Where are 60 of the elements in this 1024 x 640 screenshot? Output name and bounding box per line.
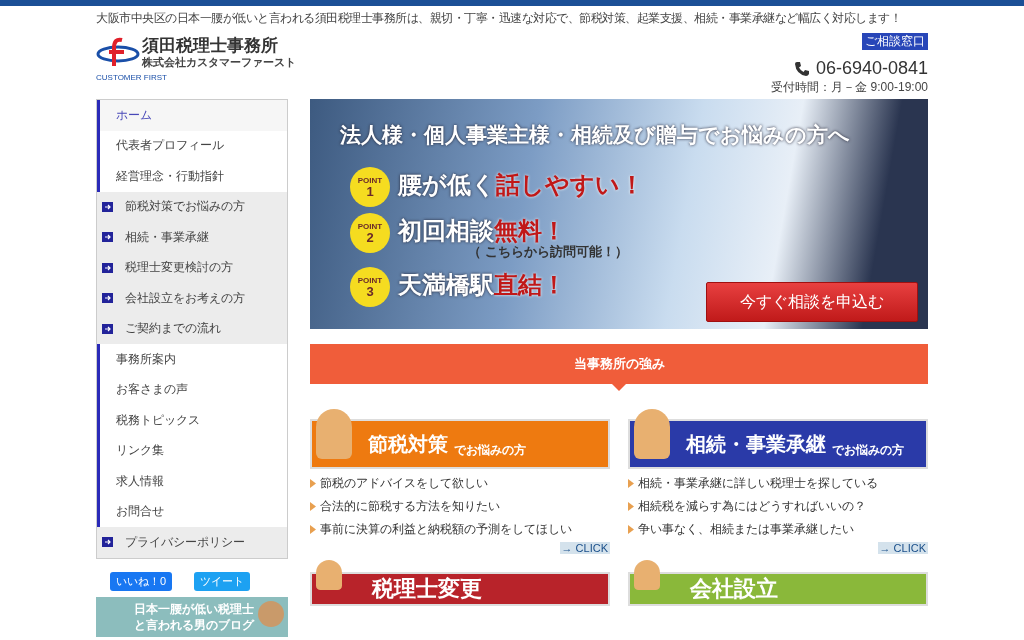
contact-badge: ご相談窓口 <box>862 33 928 50</box>
sidebar-item[interactable]: 税理士変更検討の方 <box>97 252 287 283</box>
sidebar-item[interactable]: 会社設立をお考えの方 <box>97 283 287 314</box>
bullet-text: 事前に決算の利益と納税額の予測をしてほしい <box>320 521 572 538</box>
phone-icon <box>793 60 810 77</box>
point-badge: POINT 3 <box>350 267 390 307</box>
bullet-text: 合法的に節税する方法を知りたい <box>320 498 500 515</box>
point-badge: POINT 2 <box>350 213 390 253</box>
blog-banner-text: 日本一腰が低い税理士 <box>134 600 254 617</box>
click-link[interactable]: → CLICK <box>559 542 610 554</box>
sidebar-item[interactable]: プライバシーポリシー <box>97 527 287 558</box>
sidebar-item[interactable]: 節税対策でお悩みの方 <box>97 191 287 222</box>
company-name: 株式会社カスタマーファースト <box>142 55 296 70</box>
point-text: 腰が低く <box>398 170 496 199</box>
sidebar-item[interactable]: ご契約までの流れ <box>97 313 287 344</box>
point-badge: POINT 1 <box>350 167 390 207</box>
category-banner[interactable]: 相続・事業承継 でお悩みの方 <box>628 419 928 469</box>
avatar-placeholder <box>316 560 342 590</box>
section-heading: 当事務所の強み <box>310 344 928 384</box>
bullet-text: 節税のアドバイスをして欲しい <box>320 475 488 492</box>
bullet-icon <box>310 502 316 511</box>
arrow-square-icon <box>102 232 113 243</box>
bullet-text: 相続税を減らす為にはどうすればいいの？ <box>638 498 866 515</box>
bullet-text: 争い事なく、相続または事業承継したい <box>638 521 854 538</box>
logo-subtext: CUSTOMER FIRST <box>96 73 167 82</box>
click-link[interactable]: → CLICK <box>877 542 928 554</box>
category-banner[interactable]: 税理士変更 <box>310 572 610 606</box>
logo[interactable]: 須田税理士事務所 株式会社カスタマーファースト <box>96 35 296 70</box>
point-text: 直結！ <box>494 270 566 299</box>
arrow-square-icon <box>102 293 113 304</box>
phone-number[interactable]: 06-6940-0841 <box>815 58 928 79</box>
point-text: 天満橋駅 <box>398 270 494 299</box>
bullet-icon <box>310 479 316 488</box>
arrow-square-icon <box>102 201 113 212</box>
avatar-placeholder <box>258 600 284 627</box>
like-button[interactable]: いいね！0 <box>110 571 173 591</box>
arrow-square-icon <box>102 323 113 334</box>
blog-banner-text: と言われる男のブログ <box>134 616 254 633</box>
point-note: （ こちらから訪問可能！） <box>468 244 628 261</box>
consult-button[interactable]: 今すぐ相談を申込む <box>706 282 918 322</box>
office-name: 須田税理士事務所 <box>142 35 279 55</box>
sidebar-item[interactable]: 相続・事業承継 <box>97 222 287 253</box>
bullet-icon <box>628 502 634 511</box>
point-text: 話しやすい！ <box>496 170 644 199</box>
bullet-icon <box>628 479 634 488</box>
hero-headline: 法人様・個人事業主様・相続及び贈与でお悩みの方へ <box>340 121 851 149</box>
arrow-square-icon <box>102 262 113 273</box>
avatar-placeholder <box>634 409 670 459</box>
bullet-text: 相続・事業承継に詳しい税理士を探している <box>638 475 878 492</box>
bullet-icon <box>310 525 316 534</box>
pointer-arrow-icon <box>612 384 626 391</box>
point-text: 初回相談 <box>398 216 494 245</box>
bullet-icon <box>628 525 634 534</box>
avatar-placeholder <box>634 560 660 590</box>
sidebar-item[interactable]: ホーム <box>97 100 287 131</box>
avatar-placeholder <box>316 409 352 459</box>
point-text: 無料！ <box>494 216 566 245</box>
tagline: 大阪市中央区の日本一腰が低いと言われる須田税理士事務所は、親切・丁寧・迅速な対応で、節税対策、起業支援、相続・事業承継など幅広く対応します！ <box>96 10 902 27</box>
business-hours: 受付時間：月－金 9:00-19:00 <box>771 79 928 96</box>
arrow-square-icon <box>102 537 113 548</box>
